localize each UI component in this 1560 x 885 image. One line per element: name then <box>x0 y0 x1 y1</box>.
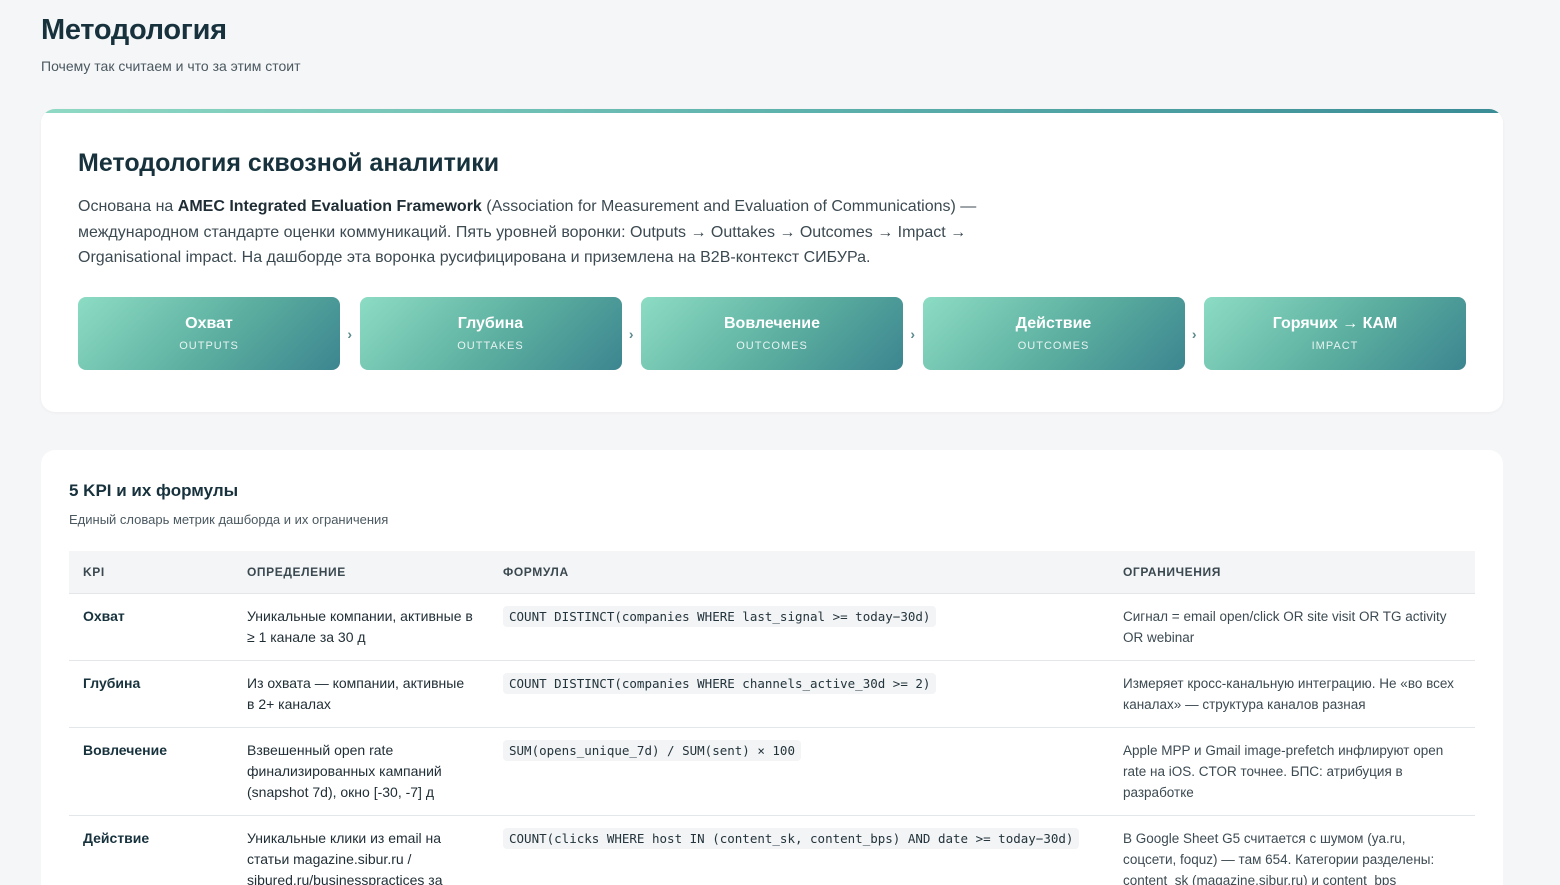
stage-name: Охват <box>185 315 233 332</box>
page-header: Методология Почему так считаем и что за … <box>41 14 301 74</box>
page-title: Методология <box>41 14 227 46</box>
stage-level: IMPACT <box>1311 340 1359 352</box>
kpi-limits: Сигнал = email open/click OR site visit … <box>1109 592 1475 660</box>
kpi-name: Действие <box>69 814 233 885</box>
kpi-formula: COUNT DISTINCT(companies WHERE last_sign… <box>503 605 937 627</box>
chevron-right-icon: › <box>910 325 916 342</box>
stage-name: Горячих → КАМ <box>1272 315 1398 332</box>
chevron-right-icon: › <box>628 325 634 342</box>
methodology-description: Основана на AMEC Integrated Evaluation F… <box>78 194 1018 271</box>
kpi-definition: Уникальные компании, активные в ≥ 1 кана… <box>233 592 489 660</box>
desc-prefix: Основана на <box>78 198 178 215</box>
chevron-right-icon: › <box>347 325 353 342</box>
kpi-formula-cell: COUNT(clicks WHERE host IN (content_sk, … <box>489 814 1109 885</box>
column-header-definition: ОПРЕДЕЛЕНИЕ <box>233 551 489 593</box>
kpi-definition: Взвешенный open rate финализированных ка… <box>233 726 489 815</box>
funnel-stage-engagement: Вовлечение OUTCOMES <box>641 297 903 370</box>
kpi-subtitle: Единый словарь метрик дашборда и их огра… <box>69 512 389 527</box>
stage-level: OUTPUTS <box>179 340 239 352</box>
kpi-title: 5 KPI и их формулы <box>69 481 239 500</box>
kpi-formula-cell: COUNT DISTINCT(companies WHERE last_sign… <box>489 592 1109 660</box>
stage-name: Вовлечение <box>724 315 820 332</box>
kpi-name: Глубина <box>69 659 233 727</box>
stage-level: OUTCOMES <box>1017 340 1090 352</box>
stage-name: Действие <box>1015 315 1092 332</box>
stage-level: OUTCOMES <box>736 340 808 352</box>
methodology-title: Методология сквозной аналитики <box>78 149 500 177</box>
accent-bar <box>41 109 1503 113</box>
kpi-name: Вовлечение <box>69 726 233 815</box>
kpi-formula: SUM(opens_unique_7d) / SUM(sent) × 100 <box>503 739 801 761</box>
kpi-formula-cell: COUNT DISTINCT(companies WHERE channels_… <box>489 659 1109 727</box>
kpi-limits: В Google Sheet G5 считается с шумом (ya.… <box>1109 814 1475 885</box>
page-subtitle: Почему так считаем и что за этим стоит <box>41 58 301 74</box>
table-row: Охват Уникальные компании, активные в ≥ … <box>69 592 1475 660</box>
desc-framework-name: AMEC Integrated Evaluation Framework <box>177 198 482 215</box>
kpi-formula: COUNT(clicks WHERE host IN (content_sk, … <box>503 827 1080 849</box>
kpi-definition: Из охвата — компании, активные в 2+ кана… <box>233 659 489 727</box>
kpi-card: 5 KPI и их формулы Единый словарь метрик… <box>41 450 1503 885</box>
stage-level: OUTTAKES <box>457 340 524 352</box>
funnel-stage-reach: Охват OUTPUTS <box>78 297 340 370</box>
kpi-limits: Измеряет кросс-канальную интеграцию. Не … <box>1109 659 1475 727</box>
kpi-definition: Уникальные клики из email на статьи maga… <box>233 814 489 885</box>
kpi-limits: Apple MPP и Gmail image-prefetch инфлиру… <box>1109 726 1475 815</box>
table-row: Глубина Из охвата — компании, активные в… <box>69 659 1475 727</box>
table-header-row: KPI ОПРЕДЕЛЕНИЕ ФОРМУЛА ОГРАНИЧЕНИЯ <box>69 551 1475 593</box>
funnel: Охват OUTPUTS › Глубина OUTTAKES › Вовле… <box>78 297 1466 370</box>
kpi-formula-cell: SUM(opens_unique_7d) / SUM(sent) × 100 <box>489 726 1109 815</box>
chevron-right-icon: › <box>1191 325 1197 342</box>
stage-name: Глубина <box>457 315 524 332</box>
table-row: Действие Уникальные клики из email на ст… <box>69 814 1475 885</box>
funnel-stage-hot-to-kam: Горячих → КАМ IMPACT <box>1204 297 1466 370</box>
column-header-limits: ОГРАНИЧЕНИЯ <box>1109 551 1475 593</box>
kpi-table: KPI ОПРЕДЕЛЕНИЕ ФОРМУЛА ОГРАНИЧЕНИЯ Охва… <box>69 551 1475 885</box>
funnel-stage-action: Действие OUTCOMES <box>922 297 1185 370</box>
kpi-formula: COUNT DISTINCT(companies WHERE channels_… <box>503 672 937 694</box>
table-row: Вовлечение Взвешенный open rate финализи… <box>69 726 1475 815</box>
funnel-stage-depth: Глубина OUTTAKES <box>359 297 622 370</box>
kpi-name: Охват <box>69 592 233 660</box>
methodology-card: Методология сквозной аналитики Основана … <box>41 109 1503 412</box>
column-header-kpi: KPI <box>69 551 233 593</box>
column-header-formula: ФОРМУЛА <box>489 551 1109 593</box>
